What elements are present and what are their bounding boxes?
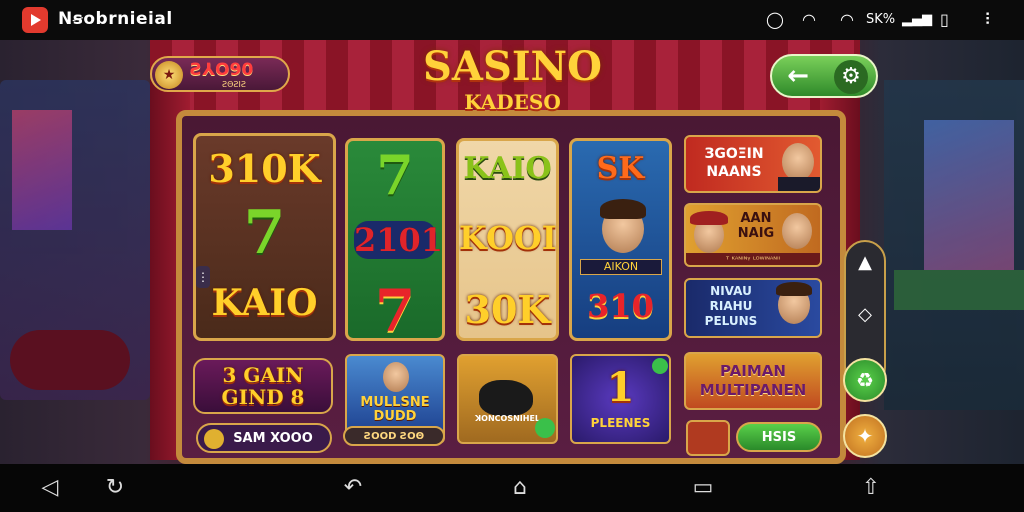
promo-card-2-title: AAN NAIG xyxy=(737,211,775,241)
promo-card-3-title: NIVAU RIAHU PELUNS xyxy=(704,284,758,328)
game-scene: ★ Ƨ⅄O90 ƧΘƧΙƧ SASINO KADESO ← ⚙ 310K 7 K… xyxy=(0,40,1024,464)
settings-gear-icon[interactable]: ⚙ xyxy=(834,60,868,94)
jackpot-amount: SAM XOOO xyxy=(233,431,313,446)
jackpot-title: 3 GAIN GIND 8 xyxy=(221,363,305,409)
reel-2-symbol-2: 2101 xyxy=(354,221,444,259)
jackpot-card[interactable]: 3 GAIN GIND 8 xyxy=(193,358,333,414)
promo-card-2-footer: ᵀ ᴷᴬᴺᴵᴺᵞ ᴸᴼᵂᴵᴺᴬᴺᴵᴵ xyxy=(686,253,820,265)
wifi-icon: ◠ xyxy=(802,10,816,29)
reel-2-symbol-3: 7 xyxy=(374,277,416,341)
bull-icon xyxy=(479,380,533,416)
players-card[interactable]: 1 PLEENES xyxy=(570,354,671,444)
multiplier-button-label: HSIS xyxy=(761,430,797,445)
reel-3-symbol-1: KAIO xyxy=(463,151,552,186)
reel-4-symbol-3: 310 xyxy=(587,287,654,325)
promo-card-1-title: ЗGOΞIN NAANS xyxy=(704,146,764,180)
game-logo: SASINO KADESO xyxy=(405,43,620,115)
bull-card-badge-icon xyxy=(535,418,555,438)
signal-wifi-icon: ◠ xyxy=(840,10,854,29)
app-logo-icon xyxy=(22,7,48,33)
diamond-icon[interactable]: ◇ xyxy=(846,304,884,325)
reel-2: 7 2101 7 xyxy=(345,138,445,341)
promo-card-2[interactable]: AAN NAIG ᵀ ᴷᴬᴺᴵᴺᵞ ᴸᴼᵂᴵᴺᴬᴺᴵᴵ xyxy=(684,203,822,267)
multiplier-card[interactable]: PAIMAN MULTIPANEN xyxy=(684,352,822,410)
reel-4-symbol-2: AIKON xyxy=(580,259,662,275)
battery-icon: ▯ xyxy=(940,10,949,29)
multiplier-button[interactable]: HSIS xyxy=(736,422,822,452)
recycle-button[interactable]: ♻ xyxy=(843,358,887,402)
coin-icon: ★ xyxy=(155,61,183,89)
nav-back-icon[interactable]: ◁ xyxy=(35,474,65,502)
alarm-icon: ◯ xyxy=(766,10,784,29)
cell-signal-icon: ▂▄▆ xyxy=(902,12,932,27)
promo-card-1-portrait xyxy=(782,143,814,181)
hero-card-sub: ƧOOD ƧOΘ xyxy=(363,431,425,442)
hero-portrait xyxy=(383,362,409,392)
reel-1-symbol-2: 7 xyxy=(243,198,286,268)
reel-1-symbol-1: 310K xyxy=(208,146,321,191)
logo-subtitle: KADESO xyxy=(464,90,561,114)
menu-dots-icon[interactable]: ⠇ xyxy=(984,10,996,30)
multiplier-avatar xyxy=(686,420,730,456)
promo-card-3[interactable]: NIVAU RIAHU PELUNS xyxy=(684,278,822,338)
promo-card-3-hair xyxy=(776,282,812,296)
hero-card-title: MULLSNE DUDD xyxy=(360,395,430,424)
nav-undo-icon[interactable]: ↶ xyxy=(338,474,368,502)
bull-game-card[interactable]: ꓘONCOSNIHEL xyxy=(457,354,558,444)
coin-balance-sub: ƧΘƧΙƧ xyxy=(222,80,246,89)
promo-card-2-portrait-right xyxy=(782,213,812,249)
reel-3-symbol-3: 30K xyxy=(464,287,551,332)
bonus-button[interactable]: ✦ xyxy=(843,414,887,458)
reel-1-symbol-3: KAIO xyxy=(211,282,318,324)
pin-icon[interactable]: ▲ xyxy=(846,252,884,273)
promo-card-2-hat xyxy=(690,211,728,225)
battery-percent: SK% xyxy=(866,12,896,27)
back-arrow-icon[interactable]: ← xyxy=(782,62,814,90)
app-title: Nꞩobrnieial xyxy=(58,9,173,29)
promo-card-1[interactable]: ЗGOΞIN NAANS xyxy=(684,135,822,193)
reel-1: 310K 7 KAIO xyxy=(193,133,336,341)
background-arcade-right xyxy=(884,80,1024,410)
multiplier-title: PAIMAN MULTIPANEN xyxy=(699,362,807,399)
players-card-label: PLEENES xyxy=(590,416,651,430)
players-card-badge-icon xyxy=(652,358,668,374)
status-bar: Nꞩobrnieial ◯ ◠ ◠ SK% ▂▄▆ ▯ ⠇ xyxy=(0,0,1024,40)
reel-4: SK AIKON 310 xyxy=(569,138,672,341)
nav-home-icon[interactable]: ⌂ xyxy=(505,474,535,502)
background-stool xyxy=(10,330,130,390)
jackpot-amount-pill[interactable]: SAM XOOO xyxy=(196,423,332,453)
coin-balance-badge[interactable]: ★ Ƨ⅄O90 ƧΘƧΙƧ xyxy=(150,56,290,92)
reel-3: KAIO KOOI 30K xyxy=(456,138,559,341)
background-table xyxy=(894,270,1024,310)
reel-2-symbol-1: 7 xyxy=(376,143,414,207)
reel-4-symbol-1: SK xyxy=(596,151,645,186)
reel-3-symbol-2: KOOI xyxy=(459,219,557,257)
coin-balance: Ƨ⅄O90 xyxy=(190,60,254,80)
navigation-bar: ◁ ↻ ↶ ⌂ ▭ ⇧ xyxy=(0,464,1024,512)
nav-recents-icon[interactable]: ▭ xyxy=(688,474,718,502)
top-controls: ← ⚙ xyxy=(770,54,878,98)
reel-4-portrait-hair xyxy=(600,199,646,219)
nav-share-icon[interactable]: ⇧ xyxy=(856,474,886,502)
nav-assist-icon[interactable]: ↻ xyxy=(100,474,130,502)
hero-card-badge: ƧOOD ƧOΘ xyxy=(343,426,445,446)
logo-title: SASINO xyxy=(423,43,602,90)
promo-card-1-suit xyxy=(778,177,820,191)
reel-handle-dots[interactable]: ⋮ xyxy=(196,266,210,288)
